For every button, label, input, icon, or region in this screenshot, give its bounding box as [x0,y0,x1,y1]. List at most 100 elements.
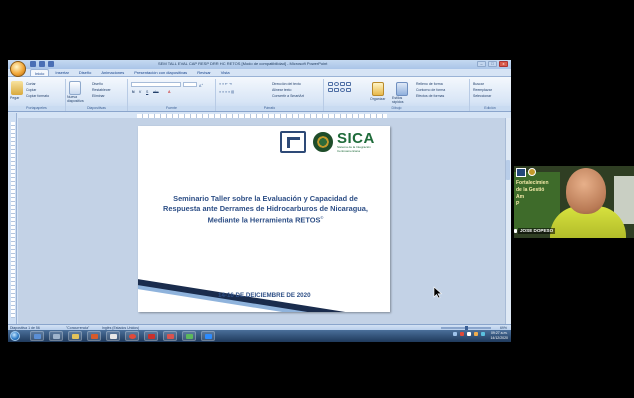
grow-font-icon[interactable]: A+ [199,82,203,88]
taskbar-app-8[interactable] [163,331,177,341]
tab-vista[interactable]: Vista [217,69,234,76]
slide-title[interactable]: Seminario Taller sobre la Evaluación y C… [158,194,373,225]
shape-rectangle-icon[interactable] [328,82,333,86]
pdf-icon [148,334,155,339]
align-text-button[interactable]: Alinear texto [272,88,291,92]
vertical-scrollbar[interactable] [505,118,511,324]
group-clipboard: Pegar Cortar Copiar Copiar formato Porta… [8,79,66,111]
font-size-select[interactable] [183,82,197,87]
window-icon [53,334,60,339]
italic-icon[interactable]: K [139,90,141,94]
window-controls: – □ x [477,61,508,67]
new-slide-icon[interactable] [69,81,81,95]
participant-face [566,168,606,214]
tray-alert-icon[interactable] [460,332,464,336]
font-name-select[interactable] [131,82,181,87]
shape-brace-icon[interactable] [334,88,339,92]
horizontal-ruler [137,114,387,118]
close-button[interactable]: x [499,61,508,67]
bold-icon[interactable]: N [132,90,135,94]
paste-button[interactable]: Pegar [10,96,19,100]
participant-video-tile[interactable]: Fortalecimien de la Gestió Am P JOSE DOP… [514,166,634,238]
layout-button[interactable]: Diseño [92,82,103,86]
office-button[interactable] [10,61,26,77]
taskbar-clock[interactable]: 09:27 a.m. 14/12/2020 [490,331,508,340]
undo-icon[interactable] [39,61,45,67]
paste-icon[interactable] [11,81,23,95]
group-font: A+ N K S abc A Fuente [128,79,216,111]
slide-date[interactable]: 14-16 DE DEICIEMBRE DE 2020 [218,292,311,299]
format-painter-button[interactable]: Copiar formato [26,94,49,98]
taskbar-app-7[interactable] [144,331,158,341]
strikethrough-icon[interactable]: abc [153,90,159,94]
shape-oval-icon[interactable] [334,82,339,86]
system-tray [453,332,485,336]
cut-button[interactable]: Cortar [26,82,36,86]
quick-styles-button[interactable]: Estilos rápidos [392,96,414,103]
shape-callout-icon[interactable] [346,88,351,92]
taskbar-app-6[interactable] [125,331,139,341]
tray-volume-icon[interactable] [467,332,471,336]
seal-logo [313,132,333,152]
new-slide-button[interactable]: Nueva diapositiva [67,95,91,102]
save-icon[interactable] [30,61,36,67]
taskbar-app-2[interactable] [49,331,63,341]
font-color-icon[interactable]: A [168,90,171,94]
tab-insertar[interactable]: Insertar [51,69,73,76]
group-label-clipboard: Portapapeles [8,106,65,111]
arrange-icon[interactable] [372,82,384,96]
shape-star-icon[interactable] [340,88,345,92]
start-button[interactable] [10,331,20,341]
shape-outline-button[interactable]: Contorno de forma [416,88,445,92]
quick-styles-icon[interactable] [396,82,408,96]
smartart-button[interactable]: Convertir a SmartArt [272,94,304,98]
taskbar-app-3[interactable] [68,331,82,341]
tray-app-icon[interactable] [474,332,478,336]
tab-revisar[interactable]: Revisar [193,69,215,76]
zoom-slider[interactable] [441,326,491,330]
shape-triangle-icon[interactable] [328,88,333,92]
title-bar: SEM TALL EVAL CAP RESP DRR HC RETOS [Mod… [8,60,511,69]
tab-presentacion[interactable]: Presentación con diapositivas [130,69,191,76]
taskbar-app-10[interactable] [201,331,215,341]
taskbar-app-4[interactable] [87,331,101,341]
scrollbar-thumb[interactable] [506,160,510,180]
shape-line-icon[interactable] [340,82,345,86]
text-direction-button[interactable]: Dirección del texto [272,82,301,86]
tray-sync-icon[interactable] [481,332,485,336]
shape-fill-button[interactable]: Relleno de forma [416,82,443,86]
group-label-font: Fuente [128,106,215,111]
taskbar-app-5[interactable] [106,331,120,341]
tab-animaciones[interactable]: Animaciones [97,69,128,76]
replace-button[interactable]: Reemplazar [473,88,492,92]
reset-button[interactable]: Restablecer [92,88,111,92]
underline-icon[interactable]: S [146,90,148,94]
bullets-icon[interactable]: ≡ ≡ ⇤ ⇥ [219,82,232,86]
group-label-paragraph: Párrafo [216,106,323,111]
tab-inicio[interactable]: Inicio [30,69,50,76]
shape-arrow-icon[interactable] [346,82,351,86]
group-paragraph: ≡ ≡ ⇤ ⇥ ≡ ≡ ≡ ≡ ▥ Dirección del texto Al… [216,79,324,111]
align-icons[interactable]: ≡ ≡ ≡ ≡ ▥ [219,90,234,94]
clock-date: 14/12/2020 [490,335,508,340]
maximize-button[interactable]: □ [488,61,497,67]
redo-icon[interactable] [48,61,54,67]
taskbar-apps [30,331,215,341]
slide-canvas[interactable]: SICA Sistema de la Integración Centroame… [138,126,390,312]
copy-button[interactable]: Copiar [26,88,36,92]
vertical-ruler [11,122,15,318]
group-label-editing: Edición [470,106,510,111]
delete-slide-button[interactable]: Eliminar [92,94,105,98]
tab-diseno[interactable]: Diseño [75,69,95,76]
tm-logo-mark [287,137,300,148]
tray-network-icon[interactable] [453,332,457,336]
taskbar-app-1[interactable] [30,331,44,341]
spreadsheet-icon [186,334,193,339]
shape-effects-button[interactable]: Efectos de formas [416,94,444,98]
minimize-button[interactable]: – [477,61,486,67]
select-button[interactable]: Seleccionar [473,94,491,98]
taskbar-app-9[interactable] [182,331,196,341]
arrange-button[interactable]: Organizar [370,97,385,101]
find-button[interactable]: Buscar [473,82,484,86]
chrome-icon [129,334,136,339]
